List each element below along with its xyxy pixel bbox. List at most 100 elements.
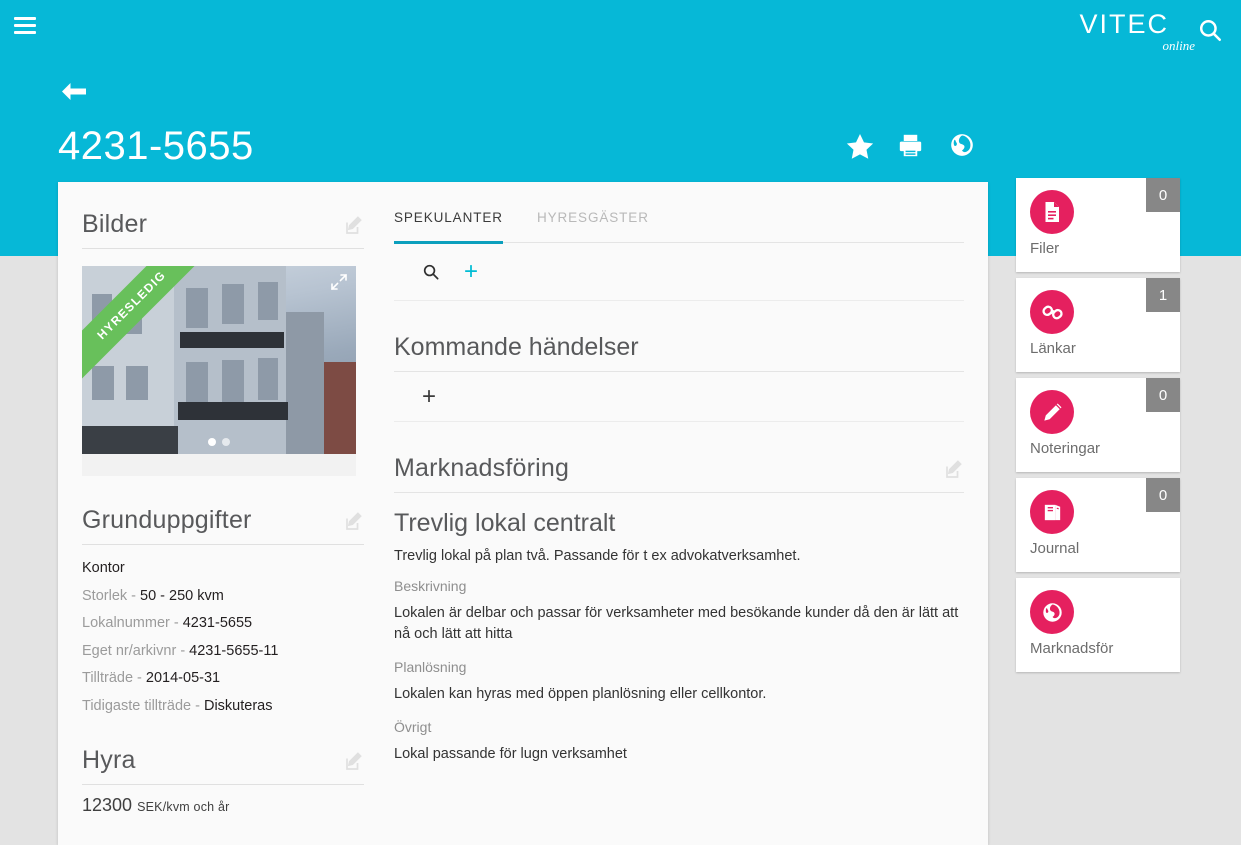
- status-badge: 1: [1146, 278, 1180, 312]
- photo-window: [186, 362, 208, 406]
- tab-hyresgaster[interactable]: HYRESGÄSTER: [537, 210, 649, 242]
- photo-caption-strip: [82, 454, 356, 476]
- brand-tagline: online: [1162, 38, 1196, 53]
- card-filer[interactable]: 0 Filer: [1016, 178, 1180, 272]
- left-column: Bilder HYRESLEDIG Grunduppgifter Kontor …: [58, 182, 388, 845]
- fact-value: Kontor: [82, 560, 125, 576]
- brand-name: VITEC: [1079, 9, 1169, 39]
- fact-label: Storlek -: [82, 587, 141, 604]
- marknadsforing-field-label: Övrigt: [394, 719, 432, 736]
- favorite-star-icon[interactable]: [845, 132, 875, 162]
- bilder-title: Bilder: [82, 210, 148, 238]
- kommande-handelser-addrow: +: [394, 372, 964, 422]
- photo-window: [258, 282, 278, 320]
- card-lankar[interactable]: 1 Länkar: [1016, 278, 1180, 372]
- brand-logo: VITEC online: [1079, 9, 1195, 53]
- card-noteringar[interactable]: 0 Noteringar: [1016, 378, 1180, 472]
- add-spekulant-button[interactable]: +: [464, 259, 478, 284]
- card-marknadsfor[interactable]: Marknadsför: [1016, 578, 1180, 672]
- carousel-dot[interactable]: [208, 438, 216, 446]
- photo-window: [92, 366, 114, 400]
- expand-icon[interactable]: [330, 273, 348, 291]
- book-icon: [1030, 490, 1074, 534]
- photo-window: [126, 366, 148, 400]
- back-arrow-icon[interactable]: [58, 80, 88, 106]
- fact-row: Storlek - 50 - 250 kvm: [82, 579, 364, 607]
- globe-icon: [1030, 590, 1074, 634]
- fact-row: Eget nr/arkivnr - 4231-5655-11: [82, 634, 364, 662]
- marknadsforing-title: Marknadsföring: [394, 454, 570, 482]
- edit-icon[interactable]: [344, 512, 364, 532]
- main-column: SPEKULANTER HYRESGÄSTER + Kommande hände…: [388, 182, 988, 845]
- kommande-handelser-title: Kommande händelser: [394, 333, 964, 372]
- bilder-section-header: Bilder: [82, 210, 364, 249]
- hyra-title: Hyra: [82, 746, 136, 775]
- hyra-section-header: Hyra: [82, 746, 364, 786]
- status-badge: 0: [1146, 478, 1180, 512]
- main-panel: Bilder HYRESLEDIG Grunduppgifter Kontor …: [58, 182, 988, 845]
- marknadsforing-field-text: Lokal passande för lugn verksamhet: [394, 746, 627, 763]
- card-label: Marknadsför: [1030, 640, 1114, 657]
- marknadsforing-section: Marknadsföring Trevlig lokal centralt Tr…: [394, 454, 964, 765]
- print-icon[interactable]: [897, 132, 927, 162]
- fact-value: Diskuteras: [203, 697, 273, 714]
- hyra-amount: 12300: [82, 795, 133, 816]
- pencil-icon: [1030, 390, 1074, 434]
- app-root: VITEC online 4231-5655 Bilder HYRESLEDIG…: [0, 0, 1241, 845]
- hyra-unit: SEK/kvm och år: [137, 800, 230, 815]
- card-label: Journal: [1030, 540, 1080, 557]
- fact-row: Tidigaste tillträde - Diskuteras: [82, 689, 364, 717]
- right-card-rail: 0 Filer 1 Länkar 0 Noteringar 0 Journal …: [1016, 178, 1180, 678]
- tab-spekulanter[interactable]: SPEKULANTER: [394, 210, 503, 244]
- file-document-icon: [1030, 190, 1074, 234]
- link-chain-icon: [1030, 290, 1074, 334]
- search-icon[interactable]: [1197, 17, 1223, 43]
- search-icon[interactable]: [422, 263, 440, 281]
- photo-balcony-lower: [178, 402, 288, 420]
- photo-window: [258, 358, 278, 400]
- grunduppgifter-title: Grunduppgifter: [82, 506, 252, 534]
- fact-label: Lokalnummer -: [82, 615, 183, 632]
- card-label: Filer: [1030, 240, 1060, 257]
- page-title: 4231-5655: [58, 124, 254, 168]
- carousel-dots: [82, 438, 356, 446]
- card-label: Länkar: [1030, 340, 1076, 357]
- spekulanter-toolbar: +: [394, 243, 964, 301]
- photo-balcony-upper: [180, 332, 284, 348]
- hyra-section: Hyra 12300 SEK/kvm och år: [82, 746, 364, 816]
- edit-icon[interactable]: [344, 752, 364, 772]
- globe-icon[interactable]: [949, 132, 979, 162]
- photo-window: [222, 284, 244, 324]
- marknadsforing-section-header: Marknadsföring: [394, 454, 964, 493]
- status-badge: 0: [1146, 378, 1180, 412]
- fact-value: 2014-05-31: [145, 670, 221, 687]
- add-handelse-button[interactable]: +: [422, 384, 436, 409]
- marknadsforing-field-text: Lokalen är delbar och passar för verksam…: [394, 605, 959, 643]
- edit-icon[interactable]: [344, 216, 364, 236]
- fact-row: Kontor: [82, 551, 364, 579]
- grunduppgifter-section: Grunduppgifter Kontor Storlek - 50 - 250…: [82, 506, 364, 716]
- fact-value: 4231-5655-11: [189, 642, 279, 659]
- marknadsforing-intro: Trevlig lokal på plan två. Passande för …: [394, 548, 801, 564]
- fact-value: 4231-5655: [182, 615, 253, 632]
- hamburger-menu-icon[interactable]: [14, 17, 36, 35]
- fact-row: Tillträde - 2014-05-31: [82, 661, 364, 689]
- photo-facade-right: [286, 312, 324, 454]
- hyra-value-row: 12300 SEK/kvm och år: [82, 785, 364, 816]
- card-label: Noteringar: [1030, 440, 1101, 457]
- grunduppgifter-section-header: Grunduppgifter: [82, 506, 364, 545]
- property-photo[interactable]: HYRESLEDIG: [82, 266, 356, 454]
- photo-window: [186, 288, 208, 328]
- card-journal[interactable]: 0 Journal: [1016, 478, 1180, 572]
- photo-window: [222, 360, 244, 404]
- grunduppgifter-facts: Kontor Storlek - 50 - 250 kvm Lokalnumme…: [82, 551, 364, 716]
- status-badge: 0: [1146, 178, 1180, 212]
- header-action-bar: [845, 132, 979, 162]
- fact-value: 50 - 250 kvm: [140, 587, 224, 604]
- marknadsforing-field-label: Planlösning: [394, 659, 467, 676]
- carousel-dot[interactable]: [222, 438, 230, 446]
- marknadsforing-headline: Trevlig lokal centralt: [394, 509, 616, 537]
- fact-label: Tidigaste tillträde -: [82, 697, 204, 714]
- marknadsforing-field-text: Lokalen kan hyras med öppen planlösning …: [394, 686, 767, 703]
- edit-icon[interactable]: [944, 460, 964, 480]
